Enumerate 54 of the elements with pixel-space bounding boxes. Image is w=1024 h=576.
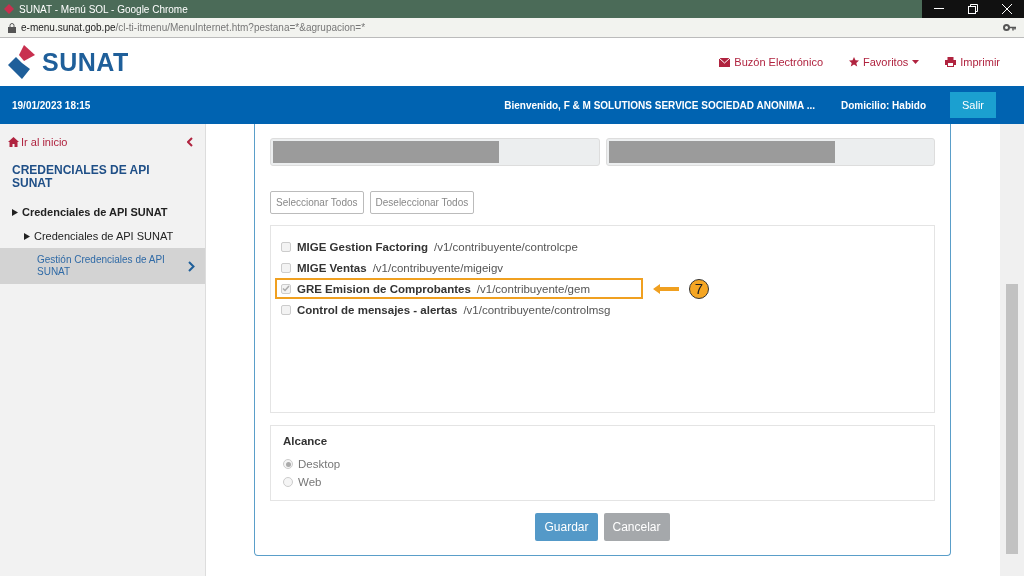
printer-icon <box>945 57 957 67</box>
logo-icon <box>4 4 14 14</box>
checkbox[interactable] <box>281 304 291 315</box>
window-title: SUNAT - Menú SOL - Google Chrome <box>19 3 189 15</box>
triangle-icon <box>24 232 30 240</box>
chevron-right-icon <box>188 260 195 272</box>
radio-button[interactable] <box>283 459 293 469</box>
scope-path: /v1/contribuyente/controlmsg <box>463 303 611 316</box>
lock-icon <box>8 22 16 33</box>
scope-name: GRE Emision de Comprobantes <box>297 282 471 295</box>
step-number: 7 <box>689 278 709 299</box>
close-icon <box>1002 4 1012 14</box>
radio-button[interactable] <box>283 477 293 487</box>
scope-name: MIGE Gestion Factoring <box>297 240 428 253</box>
checkbox[interactable] <box>281 283 291 294</box>
select-button[interactable]: Deseleccionar Todos <box>369 191 475 214</box>
header-link[interactable]: Buzón Electrónico <box>719 56 824 68</box>
minimize-icon <box>934 8 944 10</box>
arrow-icon <box>653 283 679 294</box>
welcome-text: Bienvenido, F & M SOLUTIONS SERVICE SOCIEDAD ANONIMA ... <box>504 99 815 111</box>
sidebar-title: CREDENCIALES DE API SUNAT <box>11 162 151 192</box>
scope-name: MIGE Ventas <box>297 261 367 274</box>
triangle-icon <box>12 208 18 216</box>
scrollbar[interactable] <box>1000 124 1024 576</box>
header-link[interactable]: Favoritos <box>849 56 920 68</box>
save-button[interactable]: Guardar <box>535 513 598 541</box>
chevron-left-icon[interactable] <box>187 137 193 147</box>
scope-path: /v1/contribuyente/migeigv <box>372 261 504 274</box>
caret-icon <box>912 60 920 64</box>
sidebar-item[interactable]: Credenciales de API SUNAT <box>0 200 205 224</box>
radio-label: Web <box>298 476 322 488</box>
header-link[interactable]: Imprimir <box>945 56 1000 68</box>
sidebar-item[interactable]: Credenciales de API SUNAT <box>0 224 205 248</box>
close-button[interactable] <box>990 0 1024 18</box>
domicile-status: Domicilio: Habido <box>841 99 926 111</box>
sidebar-item[interactable]: Gestión Credenciales de API SUNAT <box>0 248 205 284</box>
section-title: Alcance <box>283 435 329 447</box>
date-time: 19/01/2023 18:15 <box>12 99 92 111</box>
logo-text: SUNAT <box>42 47 129 77</box>
radio-label: Desktop <box>298 458 341 470</box>
house-icon <box>8 137 19 147</box>
scope-path: /v1/contribuyente/controlcpe <box>434 240 578 253</box>
key-icon[interactable] <box>1003 24 1016 31</box>
checkbox[interactable] <box>281 241 291 252</box>
id-field[interactable] <box>270 138 600 166</box>
restore-icon <box>968 4 978 14</box>
scope-path: /v1/contribuyente/gem <box>476 282 590 295</box>
scope-name: Control de mensajes - alertas <box>297 303 458 316</box>
star-icon <box>849 57 860 67</box>
select-button[interactable]: Seleccionar Todos <box>270 191 364 214</box>
password-field[interactable] <box>605 138 935 166</box>
home-link[interactable]: Ir al inicio <box>0 134 205 150</box>
checkbox[interactable] <box>281 262 291 273</box>
envelope-icon <box>719 57 731 67</box>
